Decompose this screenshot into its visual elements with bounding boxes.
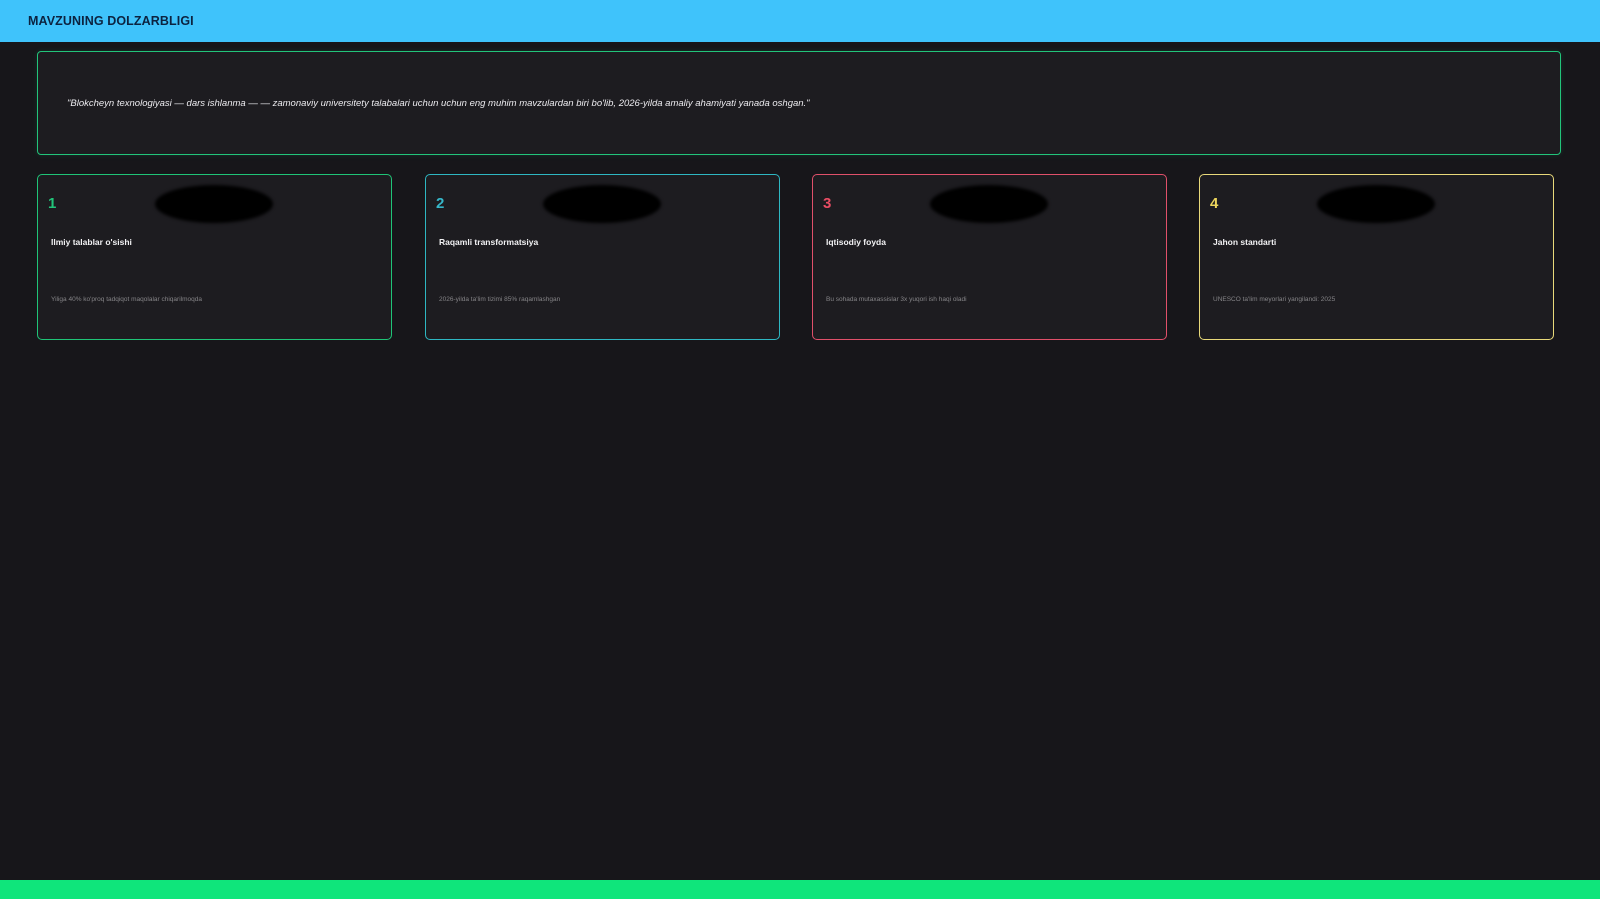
card-1: 1 Ilmiy talablar o'sishi Yiliga 40% ko'p… xyxy=(37,174,392,340)
page-title: MAVZUNING DOLZARBLIGI xyxy=(28,14,194,28)
header-bar: MAVZUNING DOLZARBLIGI xyxy=(0,0,1600,42)
card-title: Ilmiy talablar o'sishi xyxy=(51,237,132,247)
footer-accent-bar xyxy=(0,880,1600,899)
card-image xyxy=(543,185,661,223)
card-title: Raqamli transformatsiya xyxy=(439,237,539,247)
card-3: 3 Iqtisodiy foyda Bu sohada mutaxassisla… xyxy=(812,174,1167,340)
card-description: Yiliga 40% ko'proq tadqiqot maqolalar ch… xyxy=(51,296,202,303)
card-description: 2026-yilda ta'lim tizimi 85% raqamlashga… xyxy=(439,296,561,303)
card-image xyxy=(1317,185,1435,223)
card-number: 2 xyxy=(436,195,445,212)
card-4: 4 Jahon standarti UNESCO ta'lim meyorlar… xyxy=(1199,174,1554,340)
card-number: 1 xyxy=(48,195,57,212)
card-title: Jahon standarti xyxy=(1213,237,1277,247)
card-2: 2 Raqamli transformatsiya 2026-yilda ta'… xyxy=(425,174,780,340)
card-title: Iqtisodiy foyda xyxy=(826,237,886,247)
quote-text: "Blokcheyn texnologiyasi — dars ishlanma… xyxy=(67,98,810,109)
card-number: 3 xyxy=(823,195,832,212)
card-number: 4 xyxy=(1210,195,1219,212)
card-image xyxy=(155,185,273,223)
quote-box: "Blokcheyn texnologiyasi — dars ishlanma… xyxy=(37,51,1561,155)
card-image xyxy=(930,185,1048,223)
card-description: UNESCO ta'lim meyorlari yangilandi: 2025 xyxy=(1213,296,1336,303)
card-description: Bu sohada mutaxassislar 3x yuqori ish ha… xyxy=(826,296,967,303)
